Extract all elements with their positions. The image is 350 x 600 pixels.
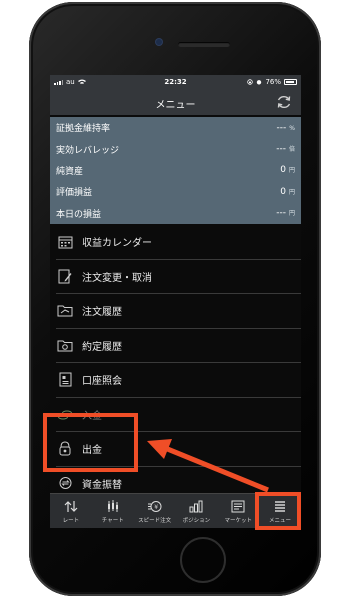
market-news-icon bbox=[229, 500, 247, 514]
summary-row: 純資産 0円 bbox=[50, 160, 301, 181]
summary-value: 0 bbox=[280, 165, 286, 176]
tab-speed-order[interactable]: ¥ スピード注文 bbox=[134, 494, 176, 528]
menu-item-profit-calendar[interactable]: 収益カレンダー bbox=[56, 225, 301, 260]
status-bar: au 22:32 76% bbox=[50, 75, 301, 89]
menu-item-label: 約定履歴 bbox=[82, 341, 122, 353]
tab-label: レート bbox=[62, 517, 80, 524]
summary-label: 証拠金維持率 bbox=[56, 124, 111, 135]
tab-chart[interactable]: チャート bbox=[92, 494, 134, 528]
speed-order-icon: ¥ bbox=[146, 500, 164, 514]
menu-item-label: 注文変更・取消 bbox=[82, 272, 152, 284]
summary-unit: 円 bbox=[288, 188, 295, 196]
summary-unit: 倍 bbox=[288, 146, 295, 154]
tab-label: マーケット bbox=[224, 517, 252, 524]
candlestick-icon bbox=[104, 500, 122, 514]
tab-market[interactable]: マーケット bbox=[217, 494, 259, 528]
summary-row: 本日の損益 --- 円 bbox=[50, 203, 301, 224]
tab-label: ポジション bbox=[182, 517, 211, 524]
account-summary: 証拠金維持率 ---% 実効レバレッジ --- 倍 純資産 0円 評価損益 0円 … bbox=[50, 117, 301, 224]
summary-label: 実効レバレッジ bbox=[56, 145, 120, 156]
summary-unit: 円 bbox=[288, 210, 295, 218]
front-camera bbox=[156, 39, 162, 45]
svg-text:¥: ¥ bbox=[154, 504, 158, 511]
edit-note-icon bbox=[56, 267, 74, 285]
summary-value: --- bbox=[276, 144, 286, 155]
summary-label: 本日の損益 bbox=[56, 209, 102, 220]
folder-check-icon bbox=[56, 336, 74, 354]
summary-unit: 円 bbox=[288, 167, 295, 175]
menu-tab-highlight-box bbox=[255, 492, 301, 530]
withdraw-highlight-box bbox=[43, 413, 138, 472]
menu-item-account-inquiry[interactable]: 口座照会 bbox=[56, 363, 301, 398]
earpiece-speaker bbox=[178, 42, 230, 47]
folder-history-icon bbox=[56, 302, 74, 320]
summary-label: 純資産 bbox=[56, 166, 84, 177]
lock-rotation-icon bbox=[247, 79, 254, 85]
position-bars-icon bbox=[187, 500, 205, 514]
summary-unit: % bbox=[289, 124, 295, 132]
summary-row: 証拠金維持率 ---% bbox=[50, 117, 301, 138]
summary-row: 実効レバレッジ --- 倍 bbox=[50, 138, 301, 159]
menu-item-label: 口座照会 bbox=[82, 376, 122, 388]
tab-label: チャート bbox=[101, 517, 124, 524]
summary-row: 評価損益 0円 bbox=[50, 181, 301, 202]
menu-item-execution-history[interactable]: 約定履歴 bbox=[56, 329, 301, 363]
tab-label: スピード注文 bbox=[138, 517, 172, 524]
transfer-icon bbox=[56, 474, 74, 492]
summary-value: --- bbox=[276, 122, 287, 133]
summary-value: --- bbox=[276, 208, 286, 219]
page-title: メニュー bbox=[155, 100, 196, 111]
refresh-icon[interactable] bbox=[275, 93, 293, 111]
tab-rate[interactable]: レート bbox=[50, 494, 92, 528]
menu-item-order-history[interactable]: 注文履歴 bbox=[56, 294, 301, 329]
menu-item-label: 注文履歴 bbox=[82, 307, 122, 319]
menu-item-label: 収益カレンダー bbox=[82, 238, 152, 250]
menu-item-order-change[interactable]: 注文変更・取消 bbox=[56, 260, 301, 294]
tab-position[interactable]: ポジション bbox=[175, 494, 217, 528]
menu-item-label: 資金振替 bbox=[82, 479, 122, 491]
nav-bar: メニュー bbox=[50, 89, 301, 115]
account-book-icon bbox=[56, 371, 74, 389]
calendar-icon bbox=[56, 233, 74, 251]
summary-value: 0 bbox=[280, 186, 286, 197]
home-button[interactable] bbox=[180, 537, 226, 583]
rate-arrows-icon bbox=[62, 500, 80, 514]
battery-percent: 76% bbox=[265, 78, 281, 86]
alarm-icon bbox=[257, 80, 262, 85]
summary-label: 評価損益 bbox=[56, 188, 93, 199]
battery-icon bbox=[284, 79, 297, 85]
